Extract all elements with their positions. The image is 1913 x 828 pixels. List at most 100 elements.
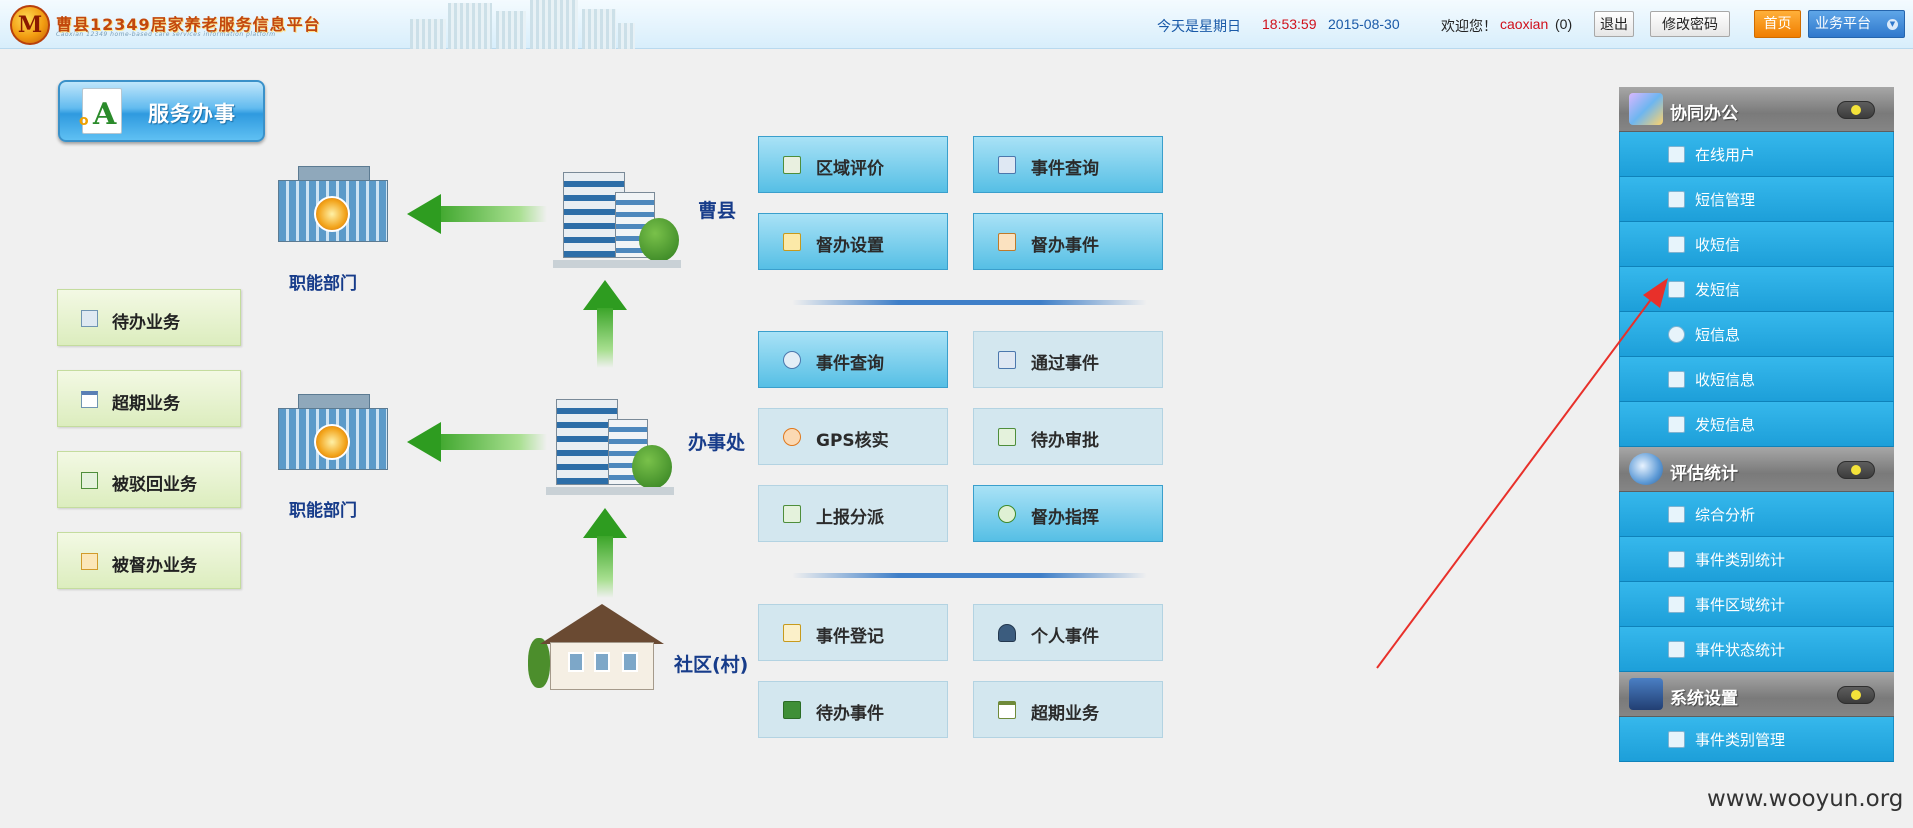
supervision-command-button[interactable]: 督办指挥 [973, 485, 1163, 542]
message-count[interactable]: (0) [1555, 16, 1572, 32]
supervise-event-icon [998, 233, 1016, 251]
menu-item-event-category-stats[interactable]: 事件类别统计 [1619, 537, 1894, 582]
chevron-down-icon: ▼ [1887, 19, 1898, 30]
menu-item-online-users[interactable]: 在线用户 [1619, 132, 1894, 177]
menu-item-label: 发短信 [1695, 281, 1741, 299]
function-button-label: 个人事件 [1031, 627, 1099, 647]
command-icon [998, 505, 1016, 523]
person-icon [998, 624, 1016, 642]
personal-events-button[interactable]: 个人事件 [973, 604, 1163, 661]
menu-section-title: 协同办公 [1670, 104, 1738, 124]
top-header: M 曹县12349居家养老服务信息平台 Caoxian 12349 home-b… [0, 0, 1913, 49]
service-title-banner: Ao 服务办事 [58, 80, 265, 142]
menu-section-statistics[interactable]: 评估统计 [1619, 447, 1894, 492]
menu-item-sms-management[interactable]: 短信管理 [1619, 177, 1894, 222]
current-date: 2015-08-30 [1328, 16, 1400, 32]
username-link[interactable]: caoxian [1500, 16, 1548, 32]
service-title: 服务办事 [148, 102, 236, 126]
section-divider [792, 573, 1147, 578]
section-divider [792, 300, 1147, 305]
supervise-icon [81, 553, 98, 570]
collapse-toggle-icon[interactable] [1837, 101, 1875, 119]
welcome-text: 欢迎您！ [1441, 18, 1497, 34]
menu-item-label: 在线用户 [1695, 146, 1756, 164]
menu-item-event-area-stats[interactable]: 事件区域统计 [1619, 582, 1894, 627]
menu-item-label: 事件状态统计 [1695, 641, 1786, 659]
function-button-label: 上报分派 [816, 508, 884, 528]
function-button-label: 待办审批 [1031, 431, 1099, 451]
home-button[interactable]: 首页 [1754, 10, 1801, 38]
community-house-image [528, 600, 678, 696]
menu-item-event-category-management[interactable]: 事件类别管理 [1619, 717, 1894, 762]
arrow-left-icon [407, 422, 547, 462]
county-building-image [545, 158, 685, 268]
menu-section-title: 评估统计 [1670, 464, 1738, 484]
collapse-toggle-icon[interactable] [1837, 686, 1875, 704]
supervision-events-button[interactable]: 督办事件 [973, 213, 1163, 270]
supervision-settings-button[interactable]: 督办设置 [758, 213, 948, 270]
site-logo: M [10, 5, 50, 45]
report-dispatch-button[interactable]: 上报分派 [758, 485, 948, 542]
arrow-up-icon [583, 508, 627, 600]
approved-events-button[interactable]: 通过事件 [973, 331, 1163, 388]
supervised-business-button[interactable]: 被督办业务 [57, 532, 241, 589]
people-group-icon [1629, 93, 1663, 125]
menu-item-label: 事件类别统计 [1695, 551, 1786, 569]
overdue-business-button[interactable]: 超期业务 [57, 370, 241, 427]
menu-section-title: 系统设置 [1670, 689, 1738, 709]
area-evaluation-button[interactable]: 区域评价 [758, 136, 948, 193]
document-send-icon [1668, 416, 1685, 433]
office-event-query-button[interactable]: 事件查询 [758, 331, 948, 388]
menu-item-short-messages[interactable]: 短信息 [1619, 312, 1894, 357]
menu-item-label: 发短信息 [1695, 416, 1756, 434]
function-button-label: 超期业务 [1031, 704, 1099, 724]
platform-label: 业务平台 [1815, 16, 1871, 32]
functional-department-building-image [268, 388, 398, 478]
menu-section-system-settings[interactable]: 系统设置 [1619, 672, 1894, 717]
document-icon [1668, 371, 1685, 388]
function-button-label: 督办指挥 [1031, 508, 1099, 528]
monitor-settings-icon [1629, 678, 1663, 710]
event-register-button[interactable]: 事件登记 [758, 604, 948, 661]
open-envelope-icon [1668, 236, 1685, 253]
left-button-label: 待办业务 [112, 313, 180, 333]
evaluation-icon [783, 156, 801, 174]
search-document-icon [1668, 641, 1685, 658]
overdue-events-button[interactable]: 超期业务 [973, 681, 1163, 738]
menu-item-sent-messages[interactable]: 发短信息 [1619, 402, 1894, 447]
sms-manage-icon [1668, 191, 1685, 208]
left-button-label: 被督办业务 [112, 556, 197, 576]
gps-icon [783, 428, 801, 446]
menu-section-collaboration[interactable]: 协同办公 [1619, 87, 1894, 132]
function-button-label: 督办设置 [816, 236, 884, 256]
gps-verify-button[interactable]: GPS核实 [758, 408, 948, 465]
oa-document-icon: Ao [79, 88, 122, 134]
community-label: 社区(村) [674, 654, 749, 676]
function-button-label: 督办事件 [1031, 236, 1099, 256]
left-button-label: 超期业务 [112, 394, 180, 414]
menu-item-label: 收短信 [1695, 236, 1741, 254]
function-button-label: 区域评价 [816, 159, 884, 179]
collapse-toggle-icon[interactable] [1837, 461, 1875, 479]
change-password-button[interactable]: 修改密码 [1650, 11, 1730, 37]
menu-item-send-sms[interactable]: 发短信 [1619, 267, 1894, 312]
site-subtitle: Caoxian 12349 home-based care services i… [56, 31, 276, 38]
menu-item-comprehensive-analysis[interactable]: 综合分析 [1619, 492, 1894, 537]
function-button-label: 事件查询 [816, 354, 884, 374]
search-icon [783, 351, 801, 369]
menu-item-receive-sms[interactable]: 收短信 [1619, 222, 1894, 267]
county-event-query-button[interactable]: 事件查询 [973, 136, 1163, 193]
function-button-label: 通过事件 [1031, 354, 1099, 374]
logout-button[interactable]: 退出 [1594, 11, 1634, 37]
menu-item-received-messages[interactable]: 收短信息 [1619, 357, 1894, 402]
magnifier-chart-icon [1629, 453, 1663, 485]
pending-business-button[interactable]: 待办业务 [57, 289, 241, 346]
platform-dropdown[interactable]: 业务平台 ▼ [1808, 10, 1905, 38]
function-button-label: 事件查询 [1031, 159, 1099, 179]
menu-item-event-status-stats[interactable]: 事件状态统计 [1619, 627, 1894, 672]
pending-approval-button[interactable]: 待办审批 [973, 408, 1163, 465]
rejected-business-button[interactable]: 被驳回业务 [57, 451, 241, 508]
overdue-calendar-icon [998, 701, 1016, 719]
clipboard-icon [1668, 506, 1685, 523]
todo-events-button[interactable]: 待办事件 [758, 681, 948, 738]
